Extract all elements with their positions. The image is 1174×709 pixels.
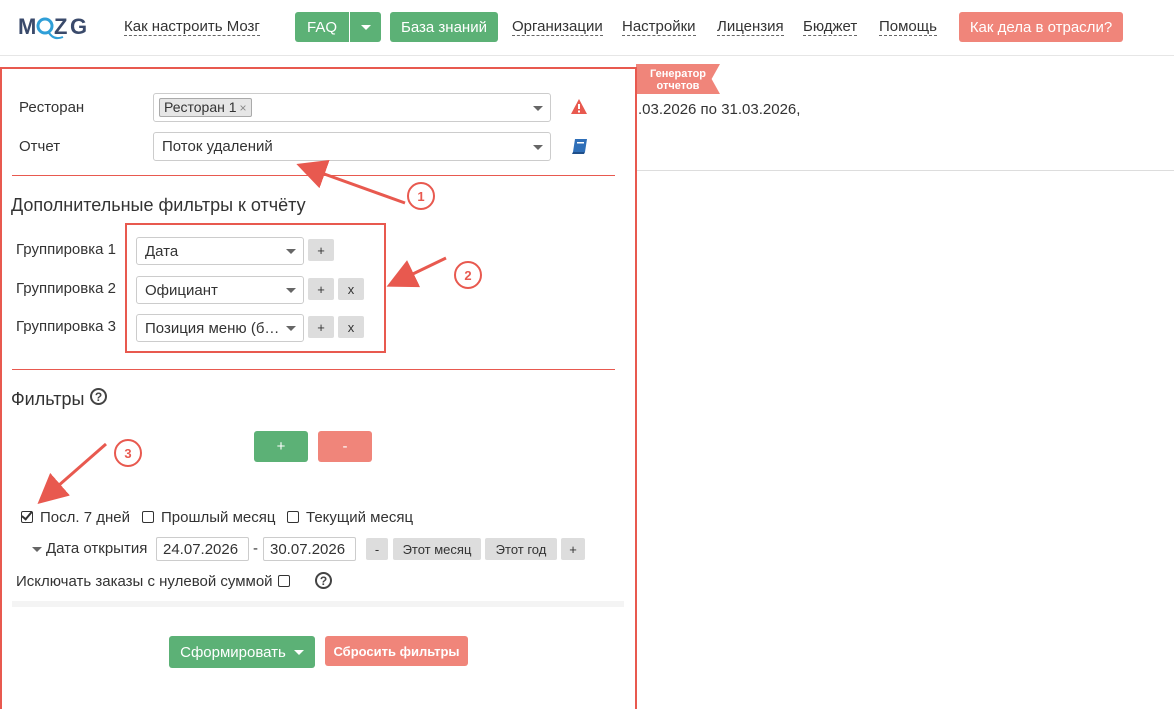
filters-title: Фильтры <box>11 389 85 409</box>
grouping-3-label: Группировка 3 <box>16 318 116 335</box>
top-navbar: M Z G Как настроить Мозг FAQ База знаний… <box>0 0 1174 56</box>
section-divider <box>12 369 615 370</box>
nav-how-to[interactable]: Как настроить Мозг <box>124 18 260 36</box>
section-divider <box>12 175 615 176</box>
date-from-input[interactable]: 24.07.2026 <box>156 537 249 561</box>
annotation-step-3: 3 <box>114 439 142 467</box>
restaurant-tag-label: Ресторан 1 <box>164 99 237 115</box>
badge-line-1: Генератор <box>649 68 707 80</box>
report-select[interactable]: Поток удалений <box>153 132 551 161</box>
last-month-checkbox[interactable] <box>142 511 154 523</box>
help-circle-icon[interactable]: ? <box>315 572 332 589</box>
grouping-2-label: Группировка 2 <box>16 280 116 297</box>
nav-settings[interactable]: Настройки <box>622 18 696 36</box>
this-year-button[interactable]: Этот год <box>485 538 557 560</box>
last-7-days-label[interactable]: Посл. 7 дней <box>40 509 130 526</box>
date-range-separator: - <box>253 540 258 557</box>
restaurant-label: Ресторан <box>19 99 85 116</box>
nav-license[interactable]: Лицензия <box>717 18 784 36</box>
tag-remove-icon[interactable]: × <box>240 101 247 115</box>
add-filter-button[interactable]: + <box>254 431 308 462</box>
generate-label: Сформировать <box>180 643 286 661</box>
collapse-arrow-icon[interactable] <box>32 547 42 552</box>
chevron-down-icon <box>293 649 304 655</box>
nav-budget[interactable]: Бюджет <box>803 18 858 36</box>
report-period-text: .03.2026 по 31.03.2026, <box>638 101 801 118</box>
mozg-logo[interactable]: M Z G <box>18 11 90 43</box>
knowledge-base-button[interactable]: База знаний <box>390 12 498 42</box>
nav-help[interactable]: Помощь <box>879 18 937 36</box>
help-circle-icon[interactable]: ? <box>90 388 107 405</box>
this-month-button[interactable]: Этот месяц <box>393 538 481 560</box>
content-divider <box>637 170 1174 171</box>
annotation-step-2: 2 <box>454 261 482 289</box>
form-footer-divider <box>12 601 624 607</box>
faq-button[interactable]: FAQ <box>295 12 349 42</box>
groupings-highlight-box <box>125 223 386 353</box>
exclude-zero-checkbox[interactable] <box>278 575 290 587</box>
date-minus-button[interactable]: - <box>366 538 388 560</box>
chevron-down-icon <box>533 144 543 150</box>
remove-filter-button[interactable]: - <box>318 431 372 462</box>
extra-filters-title: Дополнительные фильтры к отчёту <box>11 195 306 215</box>
grouping-1-label: Группировка 1 <box>16 241 116 258</box>
restaurant-select[interactable]: Ресторан 1 × <box>153 93 551 122</box>
nav-organizations[interactable]: Организации <box>512 18 603 36</box>
last-month-label[interactable]: Прошлый месяц <box>161 509 275 526</box>
date-to-input[interactable]: 30.07.2026 <box>263 537 356 561</box>
last-7-days-checkbox[interactable] <box>21 511 33 523</box>
current-month-checkbox[interactable] <box>287 511 299 523</box>
faq-dropdown-button[interactable] <box>350 12 381 42</box>
restaurant-tag[interactable]: Ресторан 1 × <box>159 98 252 117</box>
industry-button[interactable]: Как дела в отрасли? <box>959 12 1123 42</box>
annotation-step-1: 1 <box>407 182 435 210</box>
date-plus-button[interactable]: + <box>561 538 585 560</box>
svg-text:M: M <box>18 14 37 39</box>
report-label: Отчет <box>19 138 61 155</box>
current-month-label[interactable]: Текущий месяц <box>306 509 413 526</box>
chevron-down-icon <box>360 24 371 30</box>
svg-text:G: G <box>70 14 87 39</box>
open-date-label: Дата открытия <box>46 540 148 557</box>
book-icon[interactable] <box>571 138 589 155</box>
reset-filters-button[interactable]: Сбросить фильтры <box>325 636 468 666</box>
exclude-zero-label: Исключать заказы с нулевой суммой <box>16 573 273 590</box>
svg-text:Z: Z <box>54 14 67 39</box>
generate-report-button[interactable]: Сформировать <box>169 636 315 668</box>
badge-line-2: отчетов <box>656 80 700 92</box>
report-select-value: Поток удалений <box>162 138 273 155</box>
warning-triangle-icon[interactable] <box>570 98 588 115</box>
chevron-down-icon <box>533 105 543 111</box>
report-generator-badge[interactable]: Генератор отчетов <box>636 64 720 94</box>
